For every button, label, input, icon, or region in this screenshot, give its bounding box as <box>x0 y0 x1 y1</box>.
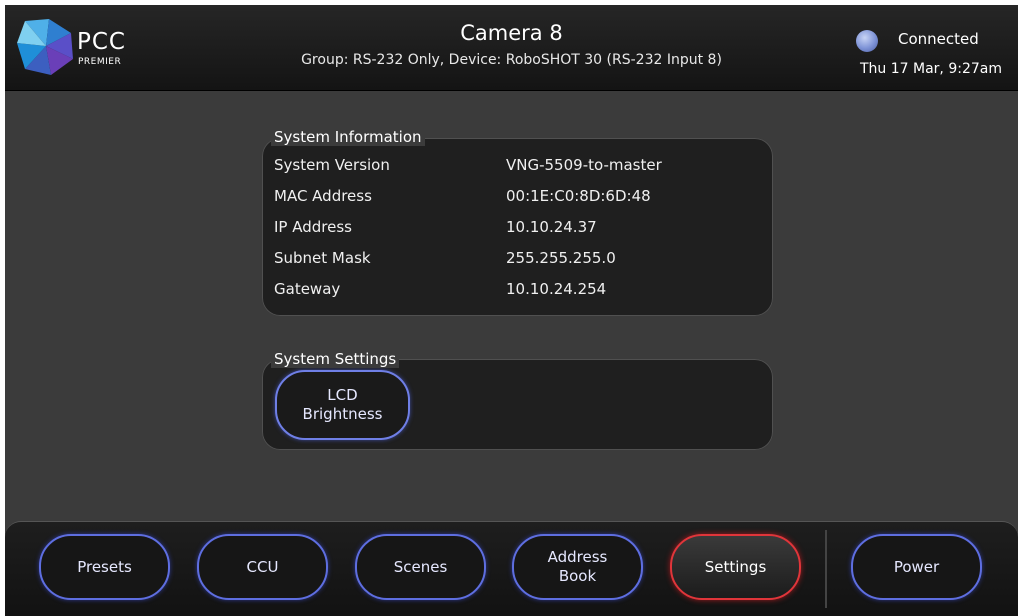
screen: PCC PREMIER Camera 8 Group: RS-232 Only,… <box>0 0 1018 616</box>
date-time: Thu 17 Mar, 9:27am <box>860 61 1002 77</box>
info-label-mac-address: MAC Address <box>274 187 372 205</box>
info-value-gateway: 10.10.24.254 <box>506 280 607 298</box>
nav-presets-button[interactable]: Presets <box>39 534 170 600</box>
nav-address-book-button[interactable]: Address Book <box>512 534 643 600</box>
nav-divider <box>825 530 827 608</box>
info-value-mac-address: 00:1E:C0:8D:6D:48 <box>506 187 651 205</box>
system-settings-group: LCD Brightness <box>262 359 773 450</box>
system-settings-title: System Settings <box>271 350 400 368</box>
connection-status-label: Connected <box>898 30 979 48</box>
bottom-nav-bar: Presets CCU Scenes Address Book Settings… <box>5 521 1018 616</box>
nav-scenes-button[interactable]: Scenes <box>355 534 486 600</box>
info-label-ip-address: IP Address <box>274 218 352 236</box>
header-bar: PCC PREMIER Camera 8 Group: RS-232 Only,… <box>5 5 1018 91</box>
nav-ccu-button[interactable]: CCU <box>197 534 328 600</box>
system-information-group: System Version VNG-5509-to-master MAC Ad… <box>262 138 773 316</box>
nav-settings-button[interactable]: Settings <box>670 534 801 600</box>
lcd-brightness-button[interactable]: LCD Brightness <box>275 370 410 440</box>
control-panel: PCC PREMIER Camera 8 Group: RS-232 Only,… <box>5 5 1018 616</box>
system-information-title: System Information <box>271 128 425 146</box>
connection-status-icon <box>856 30 878 52</box>
info-value-system-version: VNG-5509-to-master <box>506 156 662 174</box>
info-label-subnet-mask: Subnet Mask <box>274 249 371 267</box>
info-value-subnet-mask: 255.255.255.0 <box>506 249 616 267</box>
info-label-system-version: System Version <box>274 156 390 174</box>
nav-power-button[interactable]: Power <box>851 534 982 600</box>
info-label-gateway: Gateway <box>274 280 341 298</box>
info-value-ip-address: 10.10.24.37 <box>506 218 597 236</box>
